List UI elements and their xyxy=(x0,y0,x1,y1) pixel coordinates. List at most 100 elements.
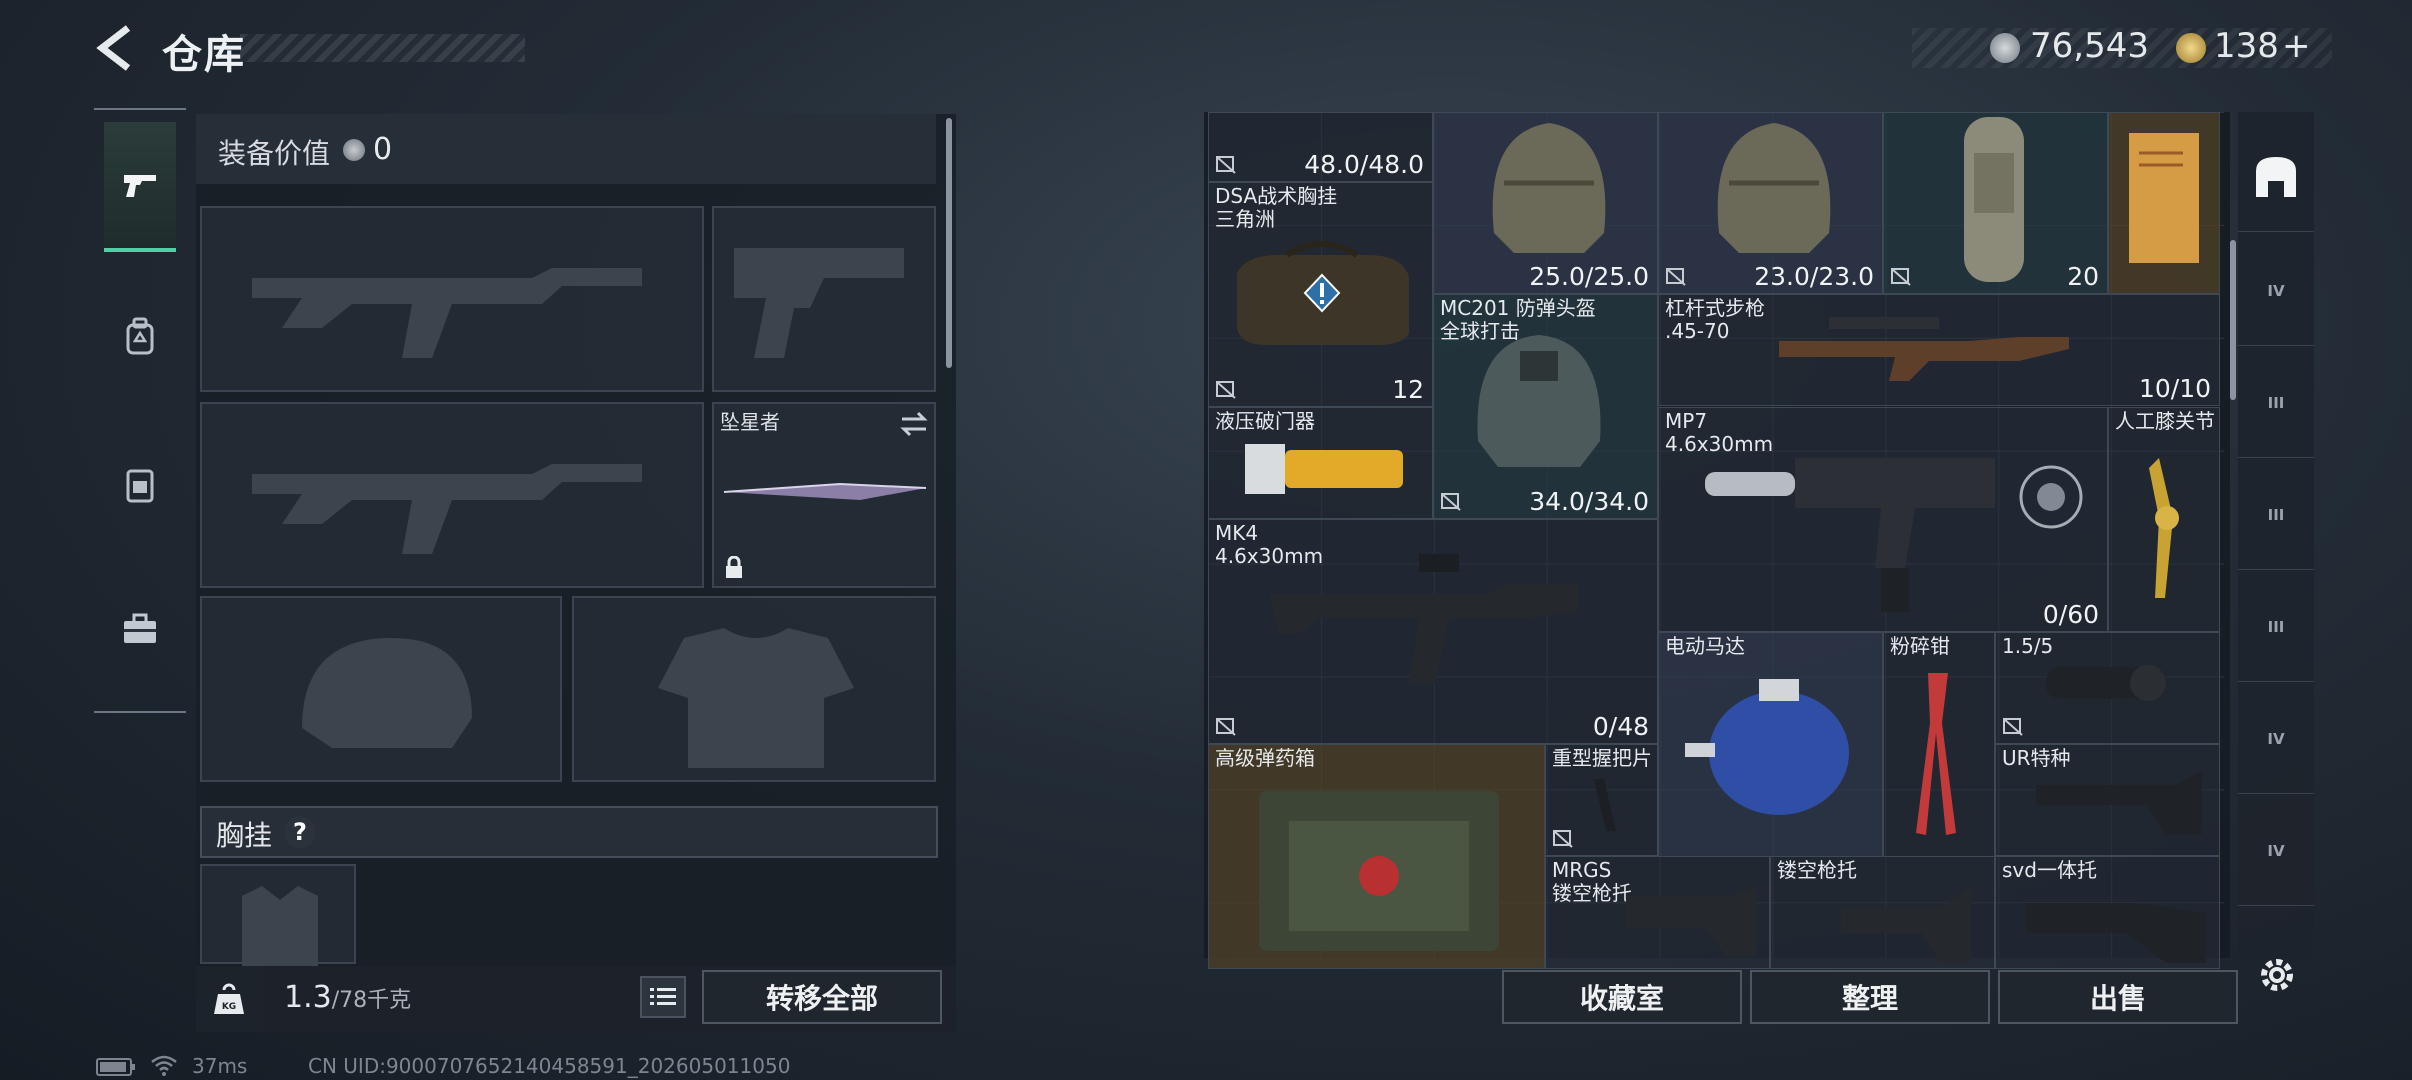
armor-silhouette-icon xyxy=(658,628,854,768)
add-currency-button[interactable]: + xyxy=(2282,26,2311,66)
toolbox-icon xyxy=(124,613,156,643)
stock-icon xyxy=(1626,887,1756,957)
item-name: 电动马达 xyxy=(1665,634,1745,658)
stash-tab-2[interactable]: III xyxy=(2238,348,2314,458)
sidearm-slot[interactable] xyxy=(712,206,936,392)
stash-item-ur-stock[interactable]: UR特种 xyxy=(1995,744,2220,856)
list-view-button[interactable] xyxy=(640,976,686,1018)
stash-item-lever-rifle[interactable]: 杠杆式步枪 .45-70 10/10 xyxy=(1658,294,2220,406)
helmet-silhouette-icon xyxy=(302,638,472,748)
knee-joint-icon xyxy=(2149,458,2179,598)
stash-item-motor[interactable]: 电动马达 xyxy=(1658,632,1883,857)
item-name: 粉碎钳 xyxy=(1890,634,1950,658)
ping-value: 37ms xyxy=(192,1054,248,1078)
chest-rig-section-title: 胸挂 xyxy=(216,819,273,852)
helmet-slot[interactable] xyxy=(200,596,562,782)
stash-tab-1[interactable]: IV xyxy=(2238,236,2314,346)
item-count: 12 xyxy=(1392,375,1424,404)
equip-value-number: 0 xyxy=(373,132,393,167)
weight-value: 1.3 xyxy=(284,980,332,1015)
stash-item-bag[interactable]: 20 xyxy=(1883,112,2108,294)
pistol-icon xyxy=(124,175,156,197)
untagged-icon xyxy=(1666,268,1686,286)
item-count: 10/10 xyxy=(2138,374,2211,403)
stash-tab-4[interactable]: III xyxy=(2238,572,2314,682)
gold-coin-icon xyxy=(2176,33,2206,63)
carbine-icon xyxy=(1269,554,1579,684)
item-name: 高级弹药箱 xyxy=(1215,746,1315,770)
equip-value-label: 装备价值 xyxy=(218,137,331,170)
stash-item-mk4[interactable]: MK4 4.6x30mm 0/48 xyxy=(1208,519,1658,744)
loadout-scrollbar[interactable] xyxy=(946,118,952,368)
back-arrow-icon[interactable] xyxy=(92,22,142,74)
battery-icon xyxy=(96,1058,135,1076)
tube-bag-icon xyxy=(1964,117,2024,282)
stash-item-dsa-rig[interactable]: DSA战术胸挂 三角洲 12 xyxy=(1208,182,1433,407)
untagged-icon xyxy=(1441,493,1461,511)
primary-weapon-slot[interactable] xyxy=(200,206,704,392)
uid-text: CN UID:9000707652140458591_202605011050 xyxy=(308,1054,791,1078)
stash-tab-5[interactable]: IV xyxy=(2238,684,2314,794)
swap-icon[interactable] xyxy=(898,410,930,438)
stash-tab-level: III xyxy=(2267,393,2285,412)
gear-icon[interactable] xyxy=(2256,954,2298,996)
stash-item-ammo-box[interactable]: 高级弹药箱 xyxy=(1208,744,1545,969)
transfer-all-button[interactable]: 转移全部 xyxy=(702,970,942,1024)
collection-room-button[interactable]: 收藏室 xyxy=(1502,970,1742,1024)
stash-item-mc201-helmet[interactable]: MC201 防弹头盔 全球打击 34.0/34.0 xyxy=(1433,294,1658,519)
stash-item-breacher[interactable]: 液压破门器 xyxy=(1208,407,1433,519)
nav-tab-vest[interactable] xyxy=(104,420,176,550)
stash-tab-6[interactable]: IV xyxy=(2238,796,2314,906)
stash-item-document[interactable] xyxy=(2108,112,2220,294)
stash-tab-3[interactable]: III xyxy=(2238,460,2314,570)
armor-slot[interactable] xyxy=(572,596,936,782)
house-icon xyxy=(2256,156,2296,197)
ammo-crate-icon xyxy=(1259,791,1499,951)
gold-currency-value: 138 xyxy=(2214,26,2279,66)
pistol-silhouette-icon xyxy=(734,248,904,358)
melee-slot[interactable]: 坠星者 xyxy=(712,402,936,588)
wifi-icon xyxy=(151,1055,177,1076)
item-count: 20 xyxy=(2067,262,2099,291)
stash-item-grip-plate[interactable]: 重型握把片 xyxy=(1545,744,1658,856)
stash-item-hollow-stock[interactable]: 镂空枪托 xyxy=(1770,856,1995,969)
item-name: 人工膝关节 xyxy=(2115,409,2215,433)
item-name: 液压破门器 xyxy=(1215,409,1315,433)
backpack-icon xyxy=(126,317,154,355)
stock-icon xyxy=(2036,771,2202,835)
grip-plate-icon xyxy=(1594,779,1616,831)
untagged-icon xyxy=(2003,718,2023,736)
weight-readout: 1.3/78千克 xyxy=(284,980,411,1015)
stash-item-helmet[interactable]: 25.0/25.0 xyxy=(1433,112,1658,294)
sell-button[interactable]: 出售 xyxy=(1998,970,2238,1024)
organize-button[interactable]: 整理 xyxy=(1750,970,1990,1024)
electric-motor-icon xyxy=(1685,679,1849,815)
target-icon xyxy=(2019,465,2083,529)
nav-tab-backpack[interactable] xyxy=(104,272,176,402)
title-decoration xyxy=(240,34,525,62)
stash-item-knee-joint[interactable]: 人工膝关节 xyxy=(2108,407,2220,632)
stash-item-svd-stock[interactable]: svd一体托 xyxy=(1995,856,2220,969)
stash-tab-all[interactable] xyxy=(2238,122,2314,232)
stash-tab-level: IV xyxy=(2267,729,2285,748)
stash-tab-level: IV xyxy=(2267,841,2285,860)
stash-item-mrgs-stock[interactable]: MRGS 镂空枪托 xyxy=(1545,856,1770,969)
vest-icon xyxy=(126,469,154,503)
page-title: 仓库 xyxy=(162,32,246,78)
helmet-icon xyxy=(1492,123,1606,253)
stash-item-crusher[interactable]: 粉碎钳 xyxy=(1883,632,1995,857)
nav-tab-weapons[interactable] xyxy=(104,122,176,252)
nav-tab-toolbox[interactable] xyxy=(104,564,176,694)
item-name: 杠杆式步枪 .45-70 xyxy=(1665,296,1765,343)
chest-rig-slot[interactable] xyxy=(200,864,356,966)
help-icon[interactable]: ? xyxy=(284,816,316,848)
helmet-icon xyxy=(1477,335,1601,467)
silver-coin-icon xyxy=(1990,33,2020,63)
stash-scrollbar[interactable] xyxy=(2230,240,2236,400)
stash-item-scope[interactable]: 1.5/5 xyxy=(1995,632,2220,744)
stash-item-helmet[interactable]: 23.0/23.0 xyxy=(1658,112,1883,294)
lock-icon xyxy=(726,556,742,578)
stash-item[interactable]: 48.0/48.0 xyxy=(1208,112,1433,182)
item-ammo-count: 0/60 xyxy=(2042,600,2099,629)
secondary-weapon-slot[interactable] xyxy=(200,402,704,588)
